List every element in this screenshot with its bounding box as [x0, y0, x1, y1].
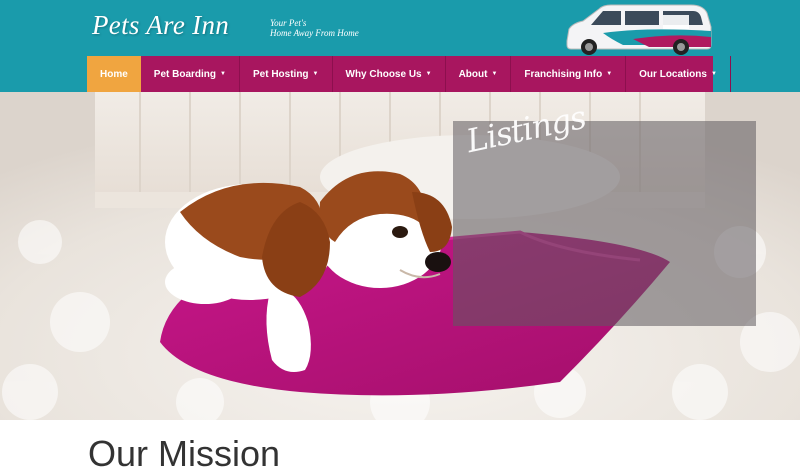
main-nav: Home Pet Boarding ▼ Pet Hosting ▼ Why Ch…: [87, 56, 731, 92]
nav-item-label: Pet Boarding: [153, 68, 217, 80]
hero-banner: Listings: [0, 92, 800, 420]
listings-overlay-panel[interactable]: Listings: [453, 98, 756, 326]
chevron-down-icon: ▼: [312, 71, 319, 77]
site-tagline: Your Pet's Home Away From Home: [270, 18, 359, 38]
content-section: Our Mission: [0, 420, 800, 472]
nav-item-label: About: [458, 68, 488, 80]
nav-item-label: Why Choose Us: [345, 68, 422, 80]
section-heading: Our Mission: [88, 433, 281, 474]
chevron-down-icon: ▼: [491, 71, 498, 77]
chevron-down-icon: ▼: [710, 71, 717, 77]
nav-item-label: Franchising Info: [524, 68, 603, 80]
nav-item-about[interactable]: About ▼: [446, 56, 512, 92]
nav-item-why-choose-us[interactable]: Why Choose Us ▼: [333, 56, 446, 92]
nav-item-pet-boarding[interactable]: Pet Boarding ▼: [141, 56, 240, 92]
nav-item-home[interactable]: Home: [87, 56, 141, 92]
nav-item-our-locations[interactable]: Our Locations ▼: [626, 56, 731, 92]
tagline-line-1: Your Pet's: [270, 18, 307, 28]
van-image: [566, 4, 712, 55]
site-logo[interactable]: Pets Are Inn: [92, 10, 229, 41]
chevron-down-icon: ▼: [220, 71, 226, 77]
chevron-down-icon: ▼: [606, 71, 613, 77]
nav-item-franchising-info[interactable]: Franchising Info ▼: [511, 56, 627, 92]
nav-item-label: Home: [100, 68, 128, 80]
tagline-line-2: Home Away From Home: [270, 28, 359, 38]
nav-item-pet-hosting[interactable]: Pet Hosting ▼: [240, 56, 333, 92]
chevron-down-icon: ▼: [425, 71, 432, 77]
nav-item-label: Pet Hosting: [252, 68, 309, 80]
nav-item-label: Our Locations: [639, 68, 707, 80]
